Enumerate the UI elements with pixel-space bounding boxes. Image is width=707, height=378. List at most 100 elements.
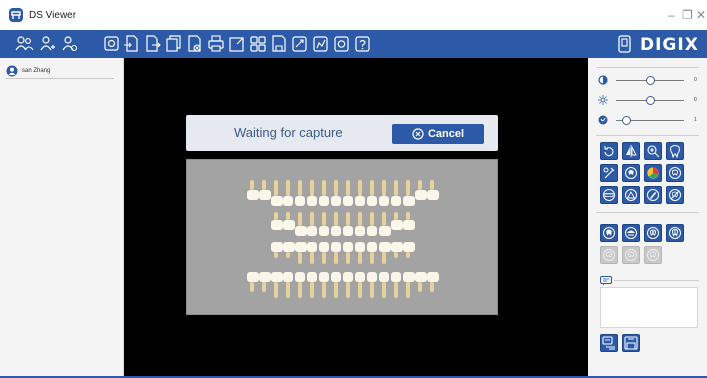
tooth[interactable] [403,242,415,258]
new-patient-icon[interactable] [14,35,34,53]
tooth[interactable] [247,180,259,200]
tooth[interactable] [319,180,329,206]
tooth[interactable] [283,212,295,230]
tooth[interactable] [331,272,341,298]
tooth[interactable] [343,242,353,264]
zoom-icon[interactable] [644,142,662,160]
minimize-button[interactable]: – [668,8,675,22]
tooth-top-icon[interactable] [644,224,662,242]
fullscreen-icon[interactable] [229,35,245,53]
gamma-slider[interactable]: 1 [598,115,698,127]
tooth-outline-icon[interactable] [666,164,684,182]
import-icon[interactable] [123,35,139,53]
save-notes-icon[interactable] [622,334,640,352]
tooth[interactable] [391,242,403,258]
tooth[interactable] [379,180,389,206]
acquire-icon[interactable] [104,35,120,53]
tooth-icon[interactable] [666,142,684,160]
image-viewer[interactable]: Waiting for capture Cancel [124,58,588,376]
patient-list-item[interactable]: san Zhang [6,65,50,77]
tooth[interactable] [403,272,415,298]
tooth[interactable] [415,272,427,292]
tooth[interactable] [331,242,341,264]
tooth[interactable] [283,242,295,258]
report-icon[interactable] [600,334,618,352]
slider-thumb[interactable] [645,76,655,85]
tooth[interactable] [271,212,283,230]
copy-image-icon[interactable] [166,35,182,53]
tooth[interactable] [295,212,307,236]
tooth[interactable] [391,212,403,230]
tooth[interactable] [259,180,271,200]
tooth[interactable] [319,272,329,298]
tooth[interactable] [379,242,391,264]
flip-icon[interactable] [622,142,640,160]
reset-icon[interactable] [666,186,684,204]
annotate-icon[interactable] [313,35,329,53]
measure-icon[interactable] [292,35,308,53]
tooth[interactable] [331,212,341,236]
tooth[interactable] [403,180,415,206]
color-icon[interactable] [644,164,662,182]
tooth[interactable] [355,212,365,236]
tooth[interactable] [319,212,329,236]
tooth[interactable] [271,242,283,258]
tooth[interactable] [355,180,365,206]
tooth[interactable] [391,272,401,298]
tooth[interactable] [307,242,317,264]
tooth[interactable] [367,272,377,298]
delete-image-icon[interactable] [187,35,203,53]
cancel-button[interactable]: Cancel [392,124,484,144]
tooth[interactable] [307,272,317,298]
draw-icon[interactable] [644,186,662,204]
save-icon[interactable] [271,35,287,53]
tooth[interactable] [367,180,377,206]
contrast-slider[interactable]: 0 [598,95,698,107]
tooth[interactable] [367,212,377,236]
tooth[interactable] [403,212,415,230]
tooth[interactable] [343,272,353,298]
edit-patient-icon[interactable] [60,35,78,53]
ruler-icon[interactable] [600,186,618,204]
tooth[interactable] [283,272,293,298]
help-icon[interactable] [355,35,371,53]
tooth-front-icon[interactable] [600,224,618,242]
tooth[interactable] [427,180,439,200]
tooth[interactable] [415,180,427,200]
print-icon[interactable] [208,35,224,53]
tooth[interactable] [271,272,283,298]
add-patient-icon[interactable] [38,35,56,53]
tooth-filter-icon[interactable] [622,164,640,182]
tooth[interactable] [271,180,283,206]
tooth[interactable] [295,242,307,264]
sharpen-icon[interactable] [600,164,618,182]
tooth[interactable] [331,180,341,206]
settings-icon[interactable] [334,35,350,53]
tooth[interactable] [307,212,317,236]
tooth[interactable] [355,272,365,298]
tooth[interactable] [343,180,353,206]
tooth[interactable] [283,180,293,206]
tooth[interactable] [427,272,439,292]
slider-thumb[interactable] [645,96,655,105]
angle-icon[interactable] [622,186,640,204]
tooth[interactable] [295,180,305,206]
tooth[interactable] [355,242,365,264]
tooth[interactable] [247,272,259,292]
tooth-canal-icon[interactable] [666,224,684,242]
tooth-side-icon[interactable] [622,224,640,242]
tooth[interactable] [367,242,377,264]
tooth[interactable] [319,242,329,264]
brightness-slider[interactable]: 0 [598,75,698,87]
tooth[interactable] [379,212,391,236]
tooth[interactable] [343,212,353,236]
tooth[interactable] [391,180,401,206]
tooth[interactable] [259,272,271,292]
close-button[interactable]: ✕ [696,8,706,22]
slider-thumb[interactable] [621,116,631,125]
export-icon[interactable] [145,35,161,53]
notes-textarea[interactable] [600,287,698,328]
tooth[interactable] [295,272,305,298]
layout-grid-icon[interactable] [250,35,266,53]
restore-button[interactable]: ❐ [682,8,693,22]
